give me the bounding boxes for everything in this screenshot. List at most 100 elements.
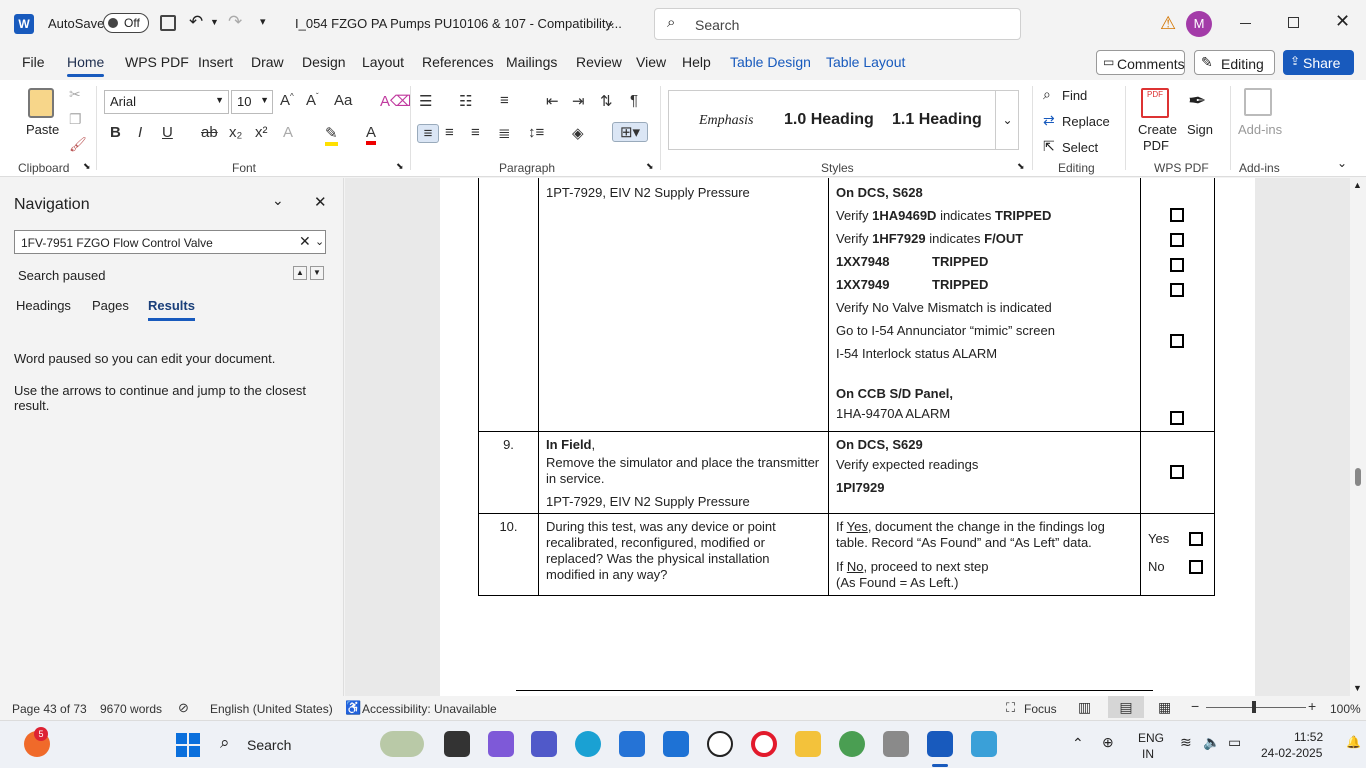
lang-secondary[interactable]: IN — [1142, 747, 1154, 761]
vertical-scrollbar[interactable]: ▲ ▼ — [1350, 178, 1366, 696]
volume-icon[interactable]: 🔈 — [1203, 734, 1220, 751]
checkbox[interactable] — [1170, 208, 1184, 222]
comments-button[interactable]: ▭ Comments — [1096, 50, 1185, 75]
previous-result-icon[interactable]: ▲ — [293, 266, 307, 280]
page-count[interactable]: Page 43 of 73 — [12, 702, 87, 716]
app-icon[interactable] — [971, 731, 997, 757]
tab-table-design[interactable]: Table Design — [730, 54, 811, 70]
tab-view[interactable]: View — [636, 54, 666, 70]
store-icon[interactable] — [619, 731, 645, 757]
word-count[interactable]: 9670 words — [100, 702, 162, 716]
change-case-icon[interactable]: Aa — [334, 92, 352, 109]
bold-icon[interactable]: B — [110, 124, 121, 141]
proofing-icon[interactable]: ⊘ — [178, 700, 189, 716]
multilevel-list-icon[interactable]: ≡ — [500, 92, 509, 109]
minimize-icon[interactable] — [1240, 23, 1251, 24]
task-view-icon[interactable] — [444, 731, 470, 757]
lang-primary[interactable]: ENG — [1138, 731, 1164, 745]
print-layout-icon[interactable]: ▤ — [1108, 696, 1144, 718]
create-pdf-icon[interactable]: PDF — [1141, 88, 1169, 118]
edge-icon[interactable] — [575, 731, 601, 757]
powerautomate-icon[interactable] — [663, 731, 689, 757]
style-heading-1[interactable]: 1.0 Heading — [784, 111, 874, 129]
checkbox[interactable] — [1170, 233, 1184, 247]
document-title[interactable]: I_054 FZGO PA Pumps PU10106 & 107 - Comp… — [295, 16, 622, 31]
align-right-icon[interactable]: ≡ — [471, 124, 480, 141]
styles-more-icon[interactable]: ⌄ — [995, 91, 1019, 149]
paste-label[interactable]: Paste — [26, 122, 59, 137]
font-name-select[interactable]: Arial ▼ — [104, 90, 229, 114]
word-logo-icon[interactable]: W — [14, 14, 34, 34]
notification-bell-icon[interactable]: 🔔 — [1346, 735, 1361, 749]
tab-mailings[interactable]: Mailings — [506, 54, 557, 70]
restore-icon[interactable] — [1288, 17, 1299, 28]
line-spacing-icon[interactable]: ↕≡ — [528, 124, 544, 141]
tab-insert[interactable]: Insert — [198, 54, 233, 70]
battery-icon[interactable]: ▭ — [1228, 734, 1241, 751]
tab-review[interactable]: Review — [576, 54, 622, 70]
text-effects-icon[interactable]: A — [283, 124, 293, 141]
clock-date[interactable]: 24-02-2025 — [1261, 746, 1322, 760]
select-button[interactable]: Select — [1062, 140, 1098, 155]
save-icon[interactable] — [160, 15, 176, 31]
nav-tab-headings[interactable]: Headings — [16, 298, 71, 313]
step-number-cell[interactable]: 9. — [478, 431, 539, 514]
document-page[interactable]: 1PT-7929, EIV N2 Supply Pressure On DCS,… — [440, 178, 1255, 696]
warning-icon[interactable]: ⚠ — [1160, 13, 1176, 34]
find-button[interactable]: Find — [1062, 88, 1087, 103]
nav-options-icon[interactable]: ⌄ — [272, 192, 284, 209]
scroll-thumb[interactable] — [1355, 468, 1361, 486]
next-result-icon[interactable]: ▼ — [310, 266, 324, 280]
paste-icon[interactable] — [28, 88, 54, 118]
action-cell[interactable]: In Field, Remove the simulator and place… — [538, 431, 829, 514]
checkbox[interactable] — [1170, 465, 1184, 479]
bullets-icon[interactable]: ☰ — [419, 92, 432, 110]
subscript-icon[interactable]: x₂ — [229, 124, 242, 141]
step-number-cell[interactable]: 10. — [478, 513, 539, 596]
nav-close-icon[interactable]: ✕ — [314, 193, 327, 211]
teams-icon[interactable] — [531, 731, 557, 757]
taskbar-search-icon[interactable]: ⌕ — [220, 733, 230, 753]
grow-font-icon[interactable]: A^ — [280, 92, 294, 109]
editing-mode-button[interactable]: ✎ Editing — [1194, 50, 1275, 75]
close-icon[interactable]: ✕ — [1335, 11, 1350, 32]
tab-references[interactable]: References — [422, 54, 494, 70]
chevron-down-icon[interactable]: ⌄ — [315, 235, 324, 248]
undo-dropdown-icon[interactable]: ▼ — [210, 17, 219, 27]
copilot-icon[interactable] — [488, 731, 514, 757]
increase-indent-icon[interactable]: ⇥ — [572, 92, 585, 110]
search-highlight-icon[interactable] — [380, 731, 424, 757]
step-number-cell[interactable] — [478, 178, 539, 432]
web-layout-icon[interactable]: ▦ — [1158, 699, 1171, 716]
dialog-launcher-icon[interactable]: ⬊ — [646, 161, 654, 172]
tab-draw[interactable]: Draw — [251, 54, 284, 70]
zoom-slider[interactable] — [1206, 701, 1306, 713]
scroll-up-icon[interactable]: ▲ — [1353, 180, 1362, 190]
clear-search-icon[interactable]: ✕ — [299, 233, 311, 250]
format-painter-icon[interactable]: 🖌 — [69, 136, 87, 153]
question-cell[interactable]: During this test, was any device or poin… — [538, 513, 829, 596]
shrink-font-icon[interactable]: Aˇ — [306, 92, 319, 109]
checkbox[interactable] — [1170, 334, 1184, 348]
clear-formatting-icon[interactable]: A⌫ — [380, 92, 411, 110]
style-heading-1-1[interactable]: 1.1 Heading — [892, 111, 982, 129]
accessibility-status[interactable]: Accessibility: Unavailable — [362, 702, 497, 716]
tab-wps-pdf[interactable]: WPS PDF — [125, 54, 189, 70]
borders-icon[interactable]: ⊞▾ — [612, 122, 648, 142]
font-color-icon[interactable]: A — [366, 124, 377, 145]
chevron-up-icon[interactable]: ⌃ — [1072, 735, 1084, 752]
checkbox[interactable] — [1170, 283, 1184, 297]
file-explorer-icon[interactable] — [795, 731, 821, 757]
scroll-down-icon[interactable]: ▼ — [1353, 683, 1362, 693]
action-cell[interactable]: 1PT-7929, EIV N2 Supply Pressure — [538, 178, 829, 432]
taskbar-search-label[interactable]: Search — [247, 737, 291, 753]
copy-icon[interactable]: ❐ — [69, 111, 82, 128]
styles-gallery[interactable]: Emphasis 1.0 Heading 1.1 Heading ⌄ — [668, 90, 1019, 150]
align-center-icon[interactable]: ≡ — [445, 124, 454, 141]
justify-icon[interactable]: ≣ — [498, 124, 511, 142]
cut-icon[interactable]: ✂ — [69, 86, 81, 103]
verification-cell[interactable]: On DCS, S628 Verify 1HA9469D indicates T… — [828, 178, 1141, 432]
search-box[interactable]: ⌕ Search — [654, 8, 1021, 40]
style-emphasis[interactable]: Emphasis — [699, 113, 753, 129]
sign-label[interactable]: Sign — [1187, 122, 1213, 137]
